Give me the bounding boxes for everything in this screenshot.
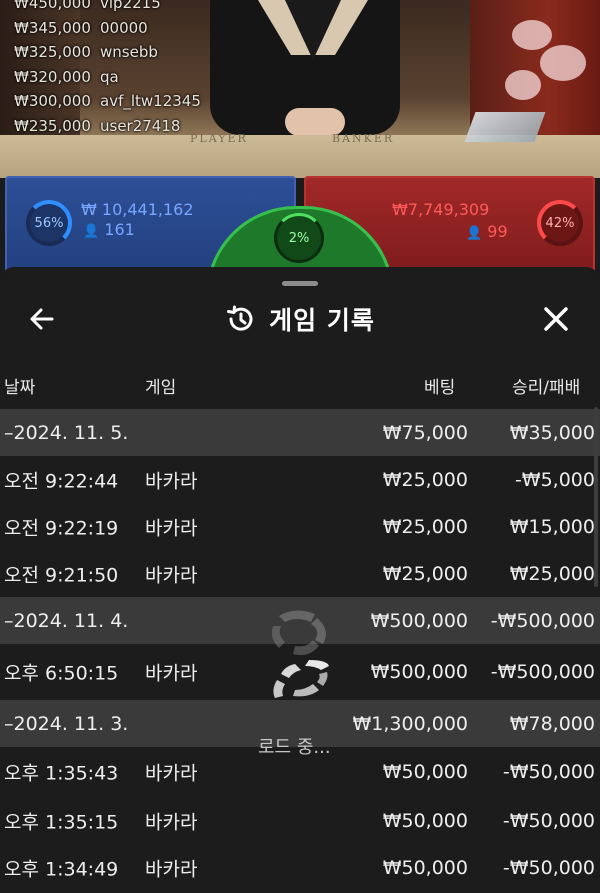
live-video-background: PLAYER BANKER ₩450,000 vip2215 ₩345,000 00…: [0, 0, 600, 178]
bet-feed-item: ₩450,000 vip2215: [14, 0, 161, 12]
sheet-grabber-handle[interactable]: [282, 281, 318, 286]
date-group-row[interactable]: –2024. 11. 5. ₩75,000 ₩35,000: [0, 409, 600, 456]
column-header-result: 승리/패배: [512, 378, 581, 398]
bet-feed-item: ₩300,000 avf_ltw12345: [14, 92, 201, 111]
banker-count: 👤 99: [466, 222, 508, 241]
game-row[interactable]: 오후 1:34:49 바카라 ₩50,000 -₩50,000: [0, 844, 600, 891]
close-button[interactable]: [538, 301, 574, 337]
sheet-title-text: 게임 기록: [269, 306, 375, 335]
column-header-date: 날짜: [4, 378, 36, 398]
game-row[interactable]: 오전 9:22:44 바카라 ₩25,000 -₩5,000: [0, 456, 600, 503]
banker-percent-ring: 42%: [537, 200, 583, 246]
loading-spinner-icon: [271, 610, 329, 698]
person-icon: 👤: [466, 226, 483, 241]
sheet-title: 게임 기록: [0, 297, 600, 341]
bet-feed-item: ₩320,000 qa: [14, 67, 119, 86]
game-history-sheet: 게임 기록 날짜 게임 베팅 승리/패배 –2024. 11. 5. ₩75,0…: [0, 267, 600, 893]
scrollbar[interactable]: [594, 407, 598, 587]
tie-percent-ring: 2%: [274, 213, 324, 263]
game-row[interactable]: 오전 9:22:19 바카라 ₩25,000 ₩15,000: [0, 503, 600, 550]
bet-feed-item: ₩235,000 user27418: [14, 116, 181, 135]
player-total-amount: ₩ 10,441,162: [81, 200, 194, 219]
banker-total-amount: ₩7,749,309: [392, 200, 490, 219]
loading-text: 로드 중...: [258, 737, 331, 758]
blossom-decor: [540, 45, 586, 81]
bet-feed-item: ₩325,000 wnsebb: [14, 43, 158, 62]
game-row[interactable]: 오후 1:35:15 바카라 ₩50,000 -₩50,000: [0, 797, 600, 844]
player-percent-ring: 56%: [26, 200, 72, 246]
bet-feed: ₩450,000 vip2215 ₩345,000 00000 ₩325,000 wn…: [14, 0, 201, 139]
person-icon: 👤: [83, 224, 100, 239]
column-header-bet: 베팅: [424, 378, 456, 398]
player-count: 👤 161: [83, 220, 135, 239]
history-icon: [227, 305, 253, 331]
blossom-decor: [512, 20, 552, 50]
card-shoe: [464, 112, 546, 142]
table-label-banker: BANKER: [332, 132, 395, 145]
blossom-decor: [505, 70, 541, 100]
game-row[interactable]: 오전 9:21:50 바카라 ₩25,000 ₩25,000: [0, 550, 600, 597]
close-icon: [544, 307, 568, 331]
column-header-game: 게임: [145, 378, 177, 398]
bet-feed-item: ₩345,000 00000: [14, 18, 148, 37]
